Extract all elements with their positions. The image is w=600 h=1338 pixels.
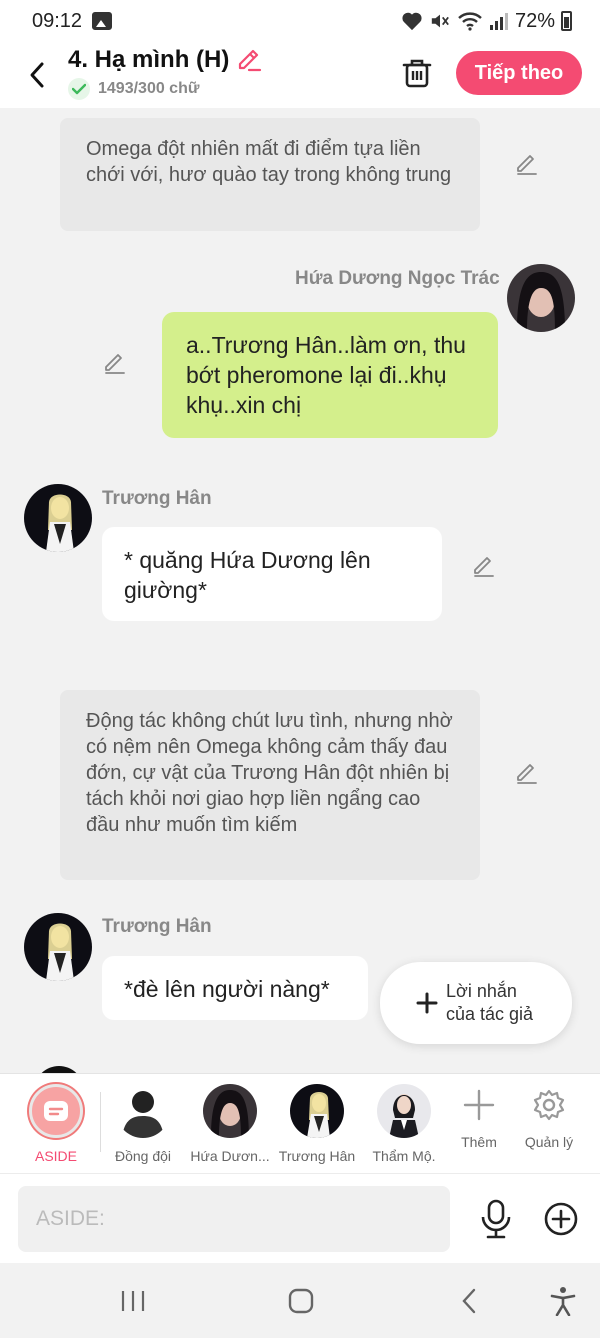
word-count: 1493/300 chữ: [98, 80, 200, 97]
character-hua-duong[interactable]: Hứa Dươn...: [187, 1084, 273, 1164]
narration-bubble[interactable]: Động tác không chút lưu tình, nhưng nhờ …: [60, 690, 480, 880]
plus-circle-icon: [544, 1202, 578, 1236]
character-avatar[interactable]: [24, 913, 92, 981]
character-team[interactable]: Đồng đội: [100, 1084, 186, 1164]
character-label: Quản lý: [524, 1134, 574, 1150]
accessibility-button[interactable]: [543, 1285, 583, 1317]
team-avatar: [116, 1084, 170, 1138]
character-truong-han[interactable]: Trương Hân: [274, 1084, 360, 1164]
chapter-header: 4. Hạ mình (H) 1493/300 chữ Tiếp theo: [0, 42, 600, 108]
tham-mo-avatar: [377, 1084, 431, 1138]
back-button[interactable]: [22, 58, 52, 92]
hua-duong-avatar: [203, 1084, 257, 1138]
mute-icon: [431, 14, 449, 28]
sender-name: Hứa Dương Ngọc Trác: [295, 268, 500, 289]
check-icon: [68, 78, 90, 100]
user-message-bubble[interactable]: a..Trương Hân..làm ơn, thu bớt pheromone…: [162, 312, 498, 438]
chevron-left-icon: [30, 62, 44, 88]
voice-input-button[interactable]: [478, 1198, 514, 1240]
wifi-icon: [458, 12, 482, 31]
character-aside[interactable]: ASIDE: [13, 1084, 99, 1164]
character-label: Thêm: [461, 1134, 497, 1150]
microphone-icon: [481, 1199, 511, 1239]
chat-area[interactable]: Omega đột nhiên mất đi điểm tựa liền chớ…: [0, 108, 600, 1073]
system-nav-bar: [0, 1263, 600, 1338]
character-message-bubble[interactable]: * quăng Hứa Dương lên giường*: [102, 527, 442, 621]
gallery-notification-icon: [92, 12, 113, 30]
edit-message-icon[interactable]: [471, 553, 497, 579]
aside-icon: [29, 1084, 83, 1138]
plus-icon: [463, 1089, 495, 1121]
character-label: ASIDE: [34, 1148, 77, 1164]
character-tham-mo[interactable]: Thẩm Mộ.: [361, 1084, 447, 1164]
input-area: [0, 1173, 600, 1263]
chapter-title: 4. Hạ mình (H): [68, 46, 230, 73]
character-label: Trương Hân: [278, 1148, 356, 1164]
manage-button[interactable]: Quản lý: [506, 1088, 592, 1150]
edit-message-icon[interactable]: [102, 350, 128, 376]
character-label: Hứa Dươn...: [190, 1148, 270, 1164]
accessibility-icon: [550, 1287, 576, 1316]
character-label: Đồng đội: [114, 1148, 172, 1164]
author-note-label: Lời nhắn của tác giả: [446, 981, 534, 1024]
edit-message-icon[interactable]: [514, 760, 540, 786]
character-avatar[interactable]: [34, 1066, 84, 1073]
heart-icon: [402, 12, 422, 31]
trash-icon: [402, 59, 432, 88]
home-button[interactable]: [281, 1285, 321, 1317]
edit-message-icon[interactable]: [514, 151, 540, 177]
character-selector: ASIDE Đồng đội Hứa Dươn... Trương Hân Th…: [0, 1073, 600, 1173]
title-block: 4. Hạ mình (H) 1493/300 chữ: [68, 46, 263, 100]
character-label: Thẩm Mộ.: [372, 1148, 436, 1164]
signal-icon: [489, 13, 508, 30]
system-back-button[interactable]: [449, 1285, 489, 1317]
character-avatar[interactable]: [24, 484, 92, 552]
plus-icon: [416, 992, 438, 1014]
next-button[interactable]: Tiếp theo: [456, 51, 582, 95]
sender-name: Trương Hân: [102, 916, 212, 937]
status-time: 09:12: [32, 9, 83, 32]
attach-button[interactable]: [543, 1201, 579, 1237]
recent-apps-icon: [121, 1291, 145, 1311]
battery-percent: 72%: [514, 9, 555, 32]
gear-icon: [533, 1089, 565, 1121]
edit-title-icon[interactable]: [235, 46, 263, 74]
battery-icon: [561, 11, 572, 31]
author-note-button[interactable]: Lời nhắn của tác giả: [380, 962, 572, 1044]
user-avatar[interactable]: [507, 264, 575, 332]
sender-name: Trương Hân: [102, 488, 212, 509]
status-bar: 09:12 72%: [0, 0, 600, 42]
aside-input[interactable]: [18, 1186, 450, 1252]
back-icon: [462, 1288, 476, 1314]
truong-han-avatar: [290, 1084, 344, 1138]
delete-button[interactable]: [400, 56, 434, 90]
narration-bubble[interactable]: Omega đột nhiên mất đi điểm tựa liền chớ…: [60, 118, 480, 231]
character-message-bubble[interactable]: *đè lên người nàng*: [102, 956, 368, 1020]
home-icon: [288, 1288, 314, 1314]
recent-apps-button[interactable]: [113, 1285, 153, 1317]
